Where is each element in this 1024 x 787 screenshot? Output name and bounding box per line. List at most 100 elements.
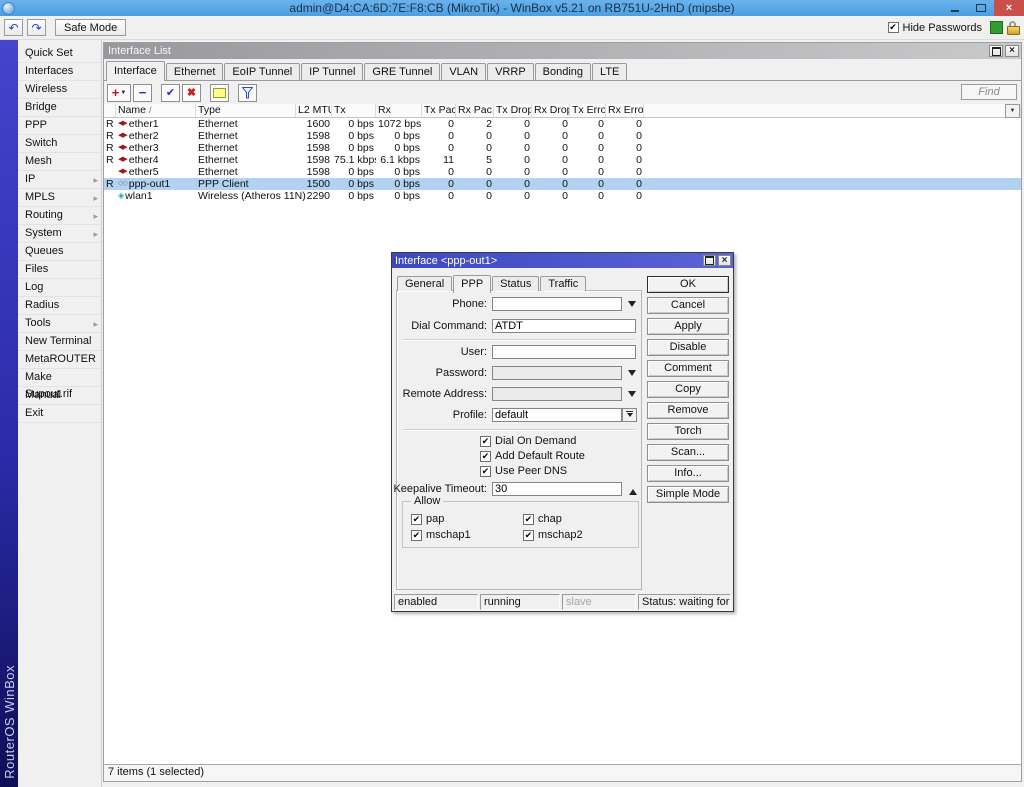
keepalive-input[interactable]: [492, 482, 622, 496]
checkbox-dial-on-demand[interactable]: ✔Dial On Demand: [480, 435, 576, 447]
column-header-type[interactable]: Type: [196, 104, 296, 117]
restore-button[interactable]: [968, 0, 994, 16]
undo-button[interactable]: ↶: [4, 19, 23, 36]
sidebar-item-exit[interactable]: Exit: [18, 405, 101, 423]
checkbox-mschap2[interactable]: ✔mschap2: [523, 529, 583, 541]
remove-interface-button[interactable]: −: [133, 84, 152, 102]
password-input[interactable]: [492, 366, 622, 380]
sidebar-item-manual[interactable]: Manual: [18, 387, 101, 405]
redo-button[interactable]: ↷: [27, 19, 46, 36]
sidebar-item-routing[interactable]: Routing▸: [18, 207, 101, 225]
keepalive-up-icon[interactable]: [629, 485, 637, 495]
minimize-button[interactable]: [942, 0, 968, 16]
sidebar-item-interfaces[interactable]: Interfaces: [18, 63, 101, 81]
column-chooser-dropdown[interactable]: ▼: [1005, 104, 1020, 118]
torch-button[interactable]: Torch: [647, 423, 729, 440]
checkbox-chap[interactable]: ✔chap: [523, 513, 562, 525]
sidebar-item-mesh[interactable]: Mesh: [18, 153, 101, 171]
dialog-tab-general[interactable]: General: [397, 276, 452, 291]
sidebar-item-wireless[interactable]: Wireless: [18, 81, 101, 99]
sidebar-item-radius[interactable]: Radius: [18, 297, 101, 315]
dialog-tab-status[interactable]: Status: [492, 276, 539, 291]
tab-ip-tunnel[interactable]: IP Tunnel: [301, 63, 363, 80]
table-row-wlan1[interactable]: ◈wlan1Wireless (Atheros 11N)22900 bps0 b…: [104, 190, 1021, 202]
simple-mode-button[interactable]: Simple Mode: [647, 486, 729, 503]
tab-ethernet[interactable]: Ethernet: [166, 63, 224, 80]
dial-command-input[interactable]: [492, 319, 636, 333]
sidebar-item-system[interactable]: System▸: [18, 225, 101, 243]
password-dropdown-icon[interactable]: [628, 370, 636, 380]
table-row-ether4[interactable]: R◀▶ether4Ethernet159875.1 kbps6.1 kbps11…: [104, 154, 1021, 166]
tab-gre-tunnel[interactable]: GRE Tunnel: [364, 63, 440, 80]
cancel-button[interactable]: Cancel: [647, 297, 729, 314]
column-header-blank-12[interactable]: [644, 104, 1021, 117]
tab-vlan[interactable]: VLAN: [441, 63, 486, 80]
column-header-l2-mtu[interactable]: L2 MTU: [296, 104, 332, 117]
remote-address-dropdown-icon[interactable]: [628, 391, 636, 401]
dialog-close-button[interactable]: ×: [718, 255, 731, 266]
phone-dropdown-icon[interactable]: [628, 301, 636, 311]
comment-button[interactable]: [210, 84, 229, 102]
profile-input[interactable]: [492, 408, 622, 422]
sidebar-item-switch[interactable]: Switch: [18, 135, 101, 153]
disable-button[interactable]: ✖: [182, 84, 201, 102]
table-row-ether1[interactable]: R◀▶ether1Ethernet16000 bps1072 bps020000: [104, 118, 1021, 130]
sidebar-item-bridge[interactable]: Bridge: [18, 99, 101, 117]
info-button[interactable]: Info...: [647, 465, 729, 482]
column-header-rx-pac[interactable]: Rx Pac...: [456, 104, 494, 117]
column-header-tx-drops[interactable]: Tx Drops: [494, 104, 532, 117]
column-header-name[interactable]: Name/: [116, 104, 196, 117]
user-input[interactable]: [492, 345, 636, 359]
comment-button[interactable]: Comment: [647, 360, 729, 377]
add-interface-button[interactable]: + ▼: [107, 84, 131, 102]
tab-bonding[interactable]: Bonding: [535, 63, 591, 80]
checkbox-mschap1[interactable]: ✔mschap1: [411, 529, 471, 541]
filter-button[interactable]: [238, 84, 257, 102]
column-header-tx-errors[interactable]: Tx Errors: [570, 104, 606, 117]
column-header-blank-0[interactable]: [104, 104, 116, 117]
hide-passwords-checkbox[interactable]: ✔: [888, 22, 899, 33]
column-header-tx[interactable]: Tx: [332, 104, 376, 117]
sidebar-item-metarouter[interactable]: MetaROUTER: [18, 351, 101, 369]
scan-button[interactable]: Scan...: [647, 444, 729, 461]
dialog-tab-ppp[interactable]: PPP: [453, 275, 491, 293]
sidebar-item-ppp[interactable]: PPP: [18, 117, 101, 135]
sidebar-item-quick-set[interactable]: Quick Set: [18, 45, 101, 63]
enable-button[interactable]: ✔: [161, 84, 180, 102]
sidebar-item-mpls[interactable]: MPLS▸: [18, 189, 101, 207]
table-row-ppp-out1[interactable]: R◇◇ppp-out1PPP Client15000 bps0 bps00000…: [104, 178, 1021, 190]
dialog-maximize-button[interactable]: [703, 255, 716, 266]
close-button[interactable]: ×: [994, 0, 1024, 16]
column-header-tx-pac[interactable]: Tx Pac...: [422, 104, 456, 117]
interface-list-maximize-button[interactable]: [989, 45, 1003, 57]
find-button[interactable]: Find: [961, 84, 1017, 100]
dialog-tab-traffic[interactable]: Traffic: [540, 276, 586, 291]
disable-button[interactable]: Disable: [647, 339, 729, 356]
table-row-ether3[interactable]: R◀▶ether3Ethernet15980 bps0 bps000000: [104, 142, 1021, 154]
ok-button[interactable]: OK: [647, 276, 729, 293]
profile-combo-button[interactable]: [622, 408, 637, 422]
tab-eoip-tunnel[interactable]: EoIP Tunnel: [224, 63, 300, 80]
remove-button[interactable]: Remove: [647, 402, 729, 419]
sidebar-item-make-supout-rif[interactable]: Make Supout.rif: [18, 369, 101, 387]
tab-lte[interactable]: LTE: [592, 63, 627, 80]
column-header-rx-drops[interactable]: Rx Drops: [532, 104, 570, 117]
checkbox-add-default-route[interactable]: ✔Add Default Route: [480, 450, 585, 462]
sidebar-item-new-terminal[interactable]: New Terminal: [18, 333, 101, 351]
sidebar-item-ip[interactable]: IP▸: [18, 171, 101, 189]
copy-button[interactable]: Copy: [647, 381, 729, 398]
tab-vrrp[interactable]: VRRP: [487, 63, 534, 80]
table-row-ether5[interactable]: ◀▶ether5Ethernet15980 bps0 bps000000: [104, 166, 1021, 178]
column-header-rx-errors[interactable]: Rx Errors: [606, 104, 644, 117]
checkbox-pap[interactable]: ✔pap: [411, 513, 444, 525]
column-header-rx[interactable]: Rx: [376, 104, 422, 117]
table-row-ether2[interactable]: R◀▶ether2Ethernet15980 bps0 bps000000: [104, 130, 1021, 142]
sidebar-item-tools[interactable]: Tools▸: [18, 315, 101, 333]
phone-input[interactable]: [492, 297, 622, 311]
remote-address-input[interactable]: [492, 387, 622, 401]
sidebar-item-queues[interactable]: Queues: [18, 243, 101, 261]
sidebar-item-log[interactable]: Log: [18, 279, 101, 297]
sidebar-item-files[interactable]: Files: [18, 261, 101, 279]
safe-mode-button[interactable]: Safe Mode: [55, 19, 126, 36]
tab-interface[interactable]: Interface: [106, 61, 165, 81]
